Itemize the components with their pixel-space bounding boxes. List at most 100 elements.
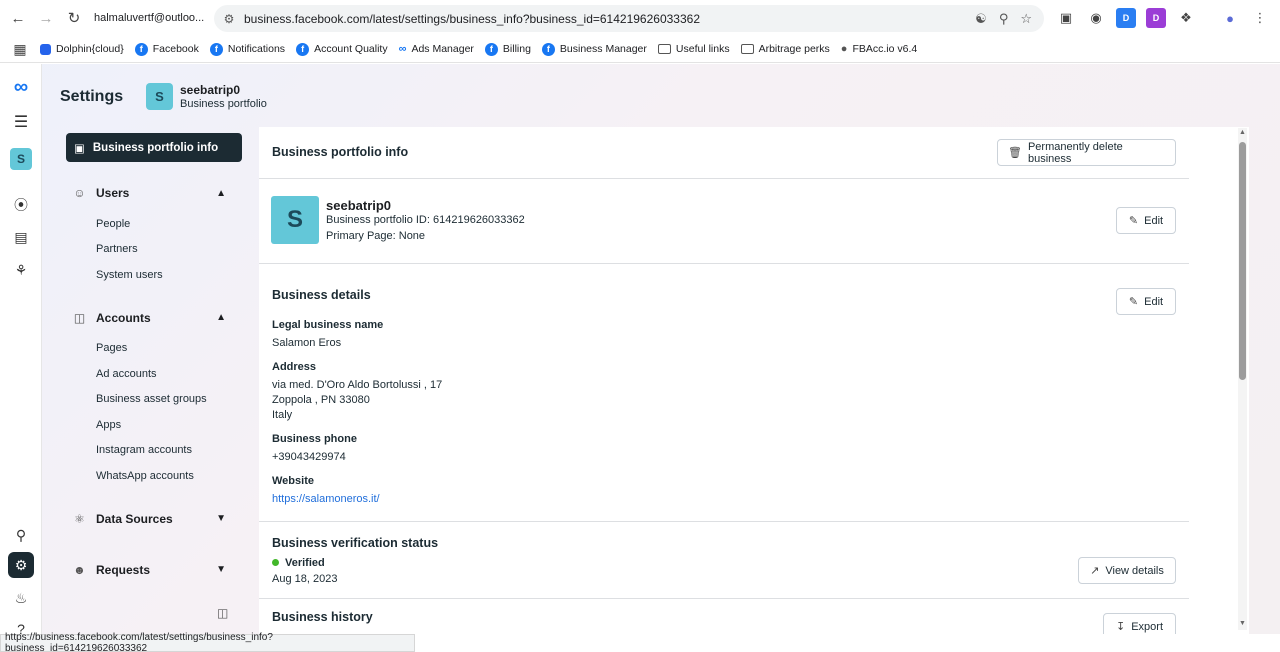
nav-item-instagram-accounts[interactable]: Instagram accounts (66, 438, 242, 464)
more-menu-icon[interactable]: ⋮ (1250, 8, 1270, 28)
bookmark-item[interactable]: f Facebook (134, 42, 199, 56)
scroll-thumb[interactable] (1239, 142, 1246, 380)
folder-icon (657, 44, 671, 54)
section-title: Business portfolio info (272, 145, 409, 159)
search-icon[interactable]: ⚲ (8, 522, 34, 548)
page-title: Settings (60, 88, 124, 105)
business-settings-app: ∞ ☰ S ⦿ ▤ ⚘ ⚲ ⚙ ♨ ? Settings S seebatrip… (0, 64, 1280, 637)
verification-date: Aug 18, 2023 (272, 573, 338, 585)
primary-page: Primary Page: None (326, 230, 426, 242)
globe-icon: ● (840, 43, 848, 55)
camera-extension-icon[interactable]: ▣ (1056, 8, 1076, 28)
address-bar[interactable]: ⚙ business.facebook.com/latest/settings/… (214, 5, 1044, 32)
edit-profile-button[interactable]: ✎ Edit (1116, 207, 1176, 234)
verification-title: Business verification status (272, 536, 439, 550)
portfolio-avatar[interactable]: S (146, 83, 173, 110)
reload-icon[interactable]: ↻ (60, 4, 88, 32)
forward-icon[interactable]: → (32, 4, 60, 32)
website-link[interactable]: https://salamoneros.it/ (272, 493, 380, 505)
bookmark-item[interactable]: f Notifications (209, 42, 285, 56)
bookmark-folder[interactable]: Useful links (657, 43, 730, 55)
bookmark-item[interactable]: f Business Manager (541, 42, 647, 56)
bookmark-item[interactable]: Dolphin{cloud} (40, 43, 124, 55)
nav-item-business-asset-groups[interactable]: Business asset groups (66, 387, 242, 413)
legal-name-value: Salamon Eros (272, 337, 342, 349)
d-purple-extension-icon[interactable]: D (1146, 8, 1166, 28)
nav-group-requests[interactable]: ☻ Requests ▼ (66, 558, 242, 582)
facebook-icon: f (541, 42, 555, 56)
section-history: Business history ↧ Export (259, 599, 1189, 634)
business-portfolio-id: Business portfolio ID: 614219626033362 (326, 214, 525, 226)
nav-item-whatsapp-accounts[interactable]: WhatsApp accounts (66, 463, 242, 489)
business-name: seebatrip0 (326, 198, 392, 213)
pages-icon[interactable]: ▤ (8, 224, 34, 250)
website-label: Website (272, 475, 314, 487)
permanently-delete-business-button[interactable]: 🗑 Permanently delete business (997, 139, 1176, 166)
users-icon: ☺ (73, 186, 86, 200)
d-extension-icon[interactable]: D (1116, 8, 1136, 28)
settings-gear-icon[interactable]: ⚙ (8, 552, 34, 578)
section-profile: S seebatrip0 Business portfolio ID: 6142… (259, 179, 1189, 264)
url-text[interactable]: business.facebook.com/latest/settings/bu… (244, 12, 975, 26)
profile-avatar-icon[interactable]: ● (1220, 8, 1240, 28)
nav-group-data-sources[interactable]: ⚛ Data Sources ▼ (66, 507, 242, 531)
back-icon[interactable]: ← (4, 4, 32, 32)
nav-item-people[interactable]: People (66, 211, 242, 237)
translate-icon[interactable]: ☯ (975, 11, 987, 27)
nav-item-apps[interactable]: Apps (66, 412, 242, 438)
nav-item-partners[interactable]: Partners (66, 237, 242, 263)
rail-portfolio-avatar[interactable]: S (10, 148, 32, 170)
bookmarks-bar: ▦ Dolphin{cloud} f Facebook f Notificati… (0, 36, 1280, 63)
data-sources-icon: ⚛ (74, 511, 85, 526)
nav-business-portfolio-info[interactable]: ▣ Business portfolio info (66, 133, 242, 162)
people-icon[interactable]: ⚘ (8, 257, 34, 283)
address-line-3: Italy (272, 409, 293, 421)
phone-value: +39043429974 (272, 451, 346, 463)
portfolio-type: Business portfolio (180, 98, 267, 110)
hamburger-menu-icon[interactable]: ☰ (8, 109, 34, 135)
legal-name-label: Legal business name (272, 319, 384, 331)
nav-item-ad-accounts[interactable]: Ad accounts (66, 361, 242, 387)
section-header: Business portfolio info 🗑 Permanently de… (259, 127, 1189, 179)
person-request-icon: ☻ (73, 562, 86, 577)
pencil-icon: ✎ (1128, 215, 1139, 227)
external-link-icon: ↗ (1090, 565, 1100, 577)
zoom-icon[interactable]: ⚲ (999, 11, 1009, 27)
settings-subnav: ▣ Business portfolio info ☺ Users ▲ Peop… (66, 133, 242, 620)
scroll-down-icon[interactable]: ▼ (1239, 620, 1246, 627)
extensions-row: ▣ ◉ D D ❖ ● ⋮ (1056, 8, 1270, 28)
business-avatar: S (271, 196, 319, 244)
site-settings-icon[interactable]: ⚙ (214, 12, 244, 26)
facebook-icon: f (296, 42, 310, 56)
view-details-button[interactable]: ↗ View details (1078, 557, 1176, 584)
scroll-up-icon[interactable]: ▲ (1239, 129, 1246, 136)
bookmark-star-icon[interactable]: ☆ (1020, 11, 1032, 27)
notifications-bell-icon[interactable]: ♨ (8, 585, 34, 611)
download-icon: ↧ (1115, 621, 1126, 633)
export-button[interactable]: ↧ Export (1103, 613, 1176, 634)
collapse-panel-icon[interactable]: ◫ (217, 606, 228, 620)
bookmark-item[interactable]: f Account Quality (296, 42, 388, 56)
left-rail: ∞ ☰ S ⦿ ▤ ⚘ ⚲ ⚙ ♨ ? (0, 64, 42, 637)
portfolio-name[interactable]: seebatrip0 (180, 83, 240, 97)
puzzle-extensions-icon[interactable]: ❖ (1176, 8, 1196, 28)
edit-details-button[interactable]: ✎ Edit (1116, 288, 1176, 315)
address-line-2: Zoppola , PN 33080 (272, 394, 370, 406)
main-scrollbar[interactable]: ▲ ▼ (1238, 128, 1247, 630)
bookmark-folder[interactable]: Arbitrage perks (740, 43, 830, 55)
profile-email[interactable]: halmaluvertf@outloo... (94, 12, 204, 24)
bookmark-item[interactable]: ∞ Ads Manager (399, 43, 474, 55)
bookmark-item[interactable]: f Billing (484, 42, 531, 56)
compass-icon[interactable]: ⦿ (8, 192, 34, 218)
nav-item-pages[interactable]: Pages (66, 336, 242, 362)
cookie-extension-icon[interactable]: ◉ (1086, 8, 1106, 28)
history-title: Business history (272, 610, 373, 624)
nav-item-system-users[interactable]: System users (66, 262, 242, 288)
pencil-icon: ✎ (1128, 296, 1139, 308)
verification-status: Verified (272, 557, 325, 569)
bookmark-item[interactable]: ● FBAcc.io v6.4 (841, 43, 917, 55)
nav-group-users[interactable]: ☺ Users ▲ (66, 181, 242, 205)
nav-group-accounts[interactable]: ◫ Accounts ▲ (66, 306, 242, 330)
apps-grid-icon[interactable]: ▦ (0, 41, 40, 58)
meta-logo-icon[interactable]: ∞ (8, 74, 34, 100)
